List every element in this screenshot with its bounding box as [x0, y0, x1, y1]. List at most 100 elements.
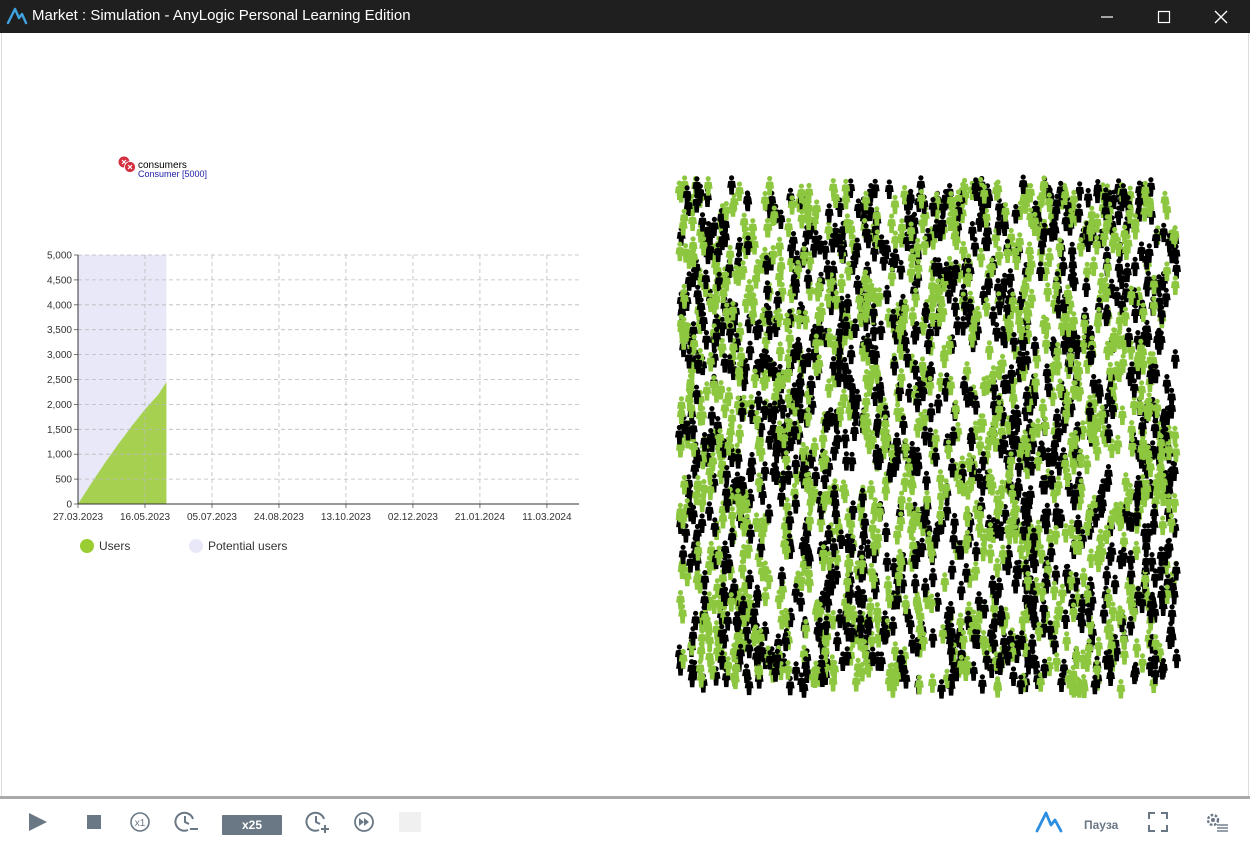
- user-agent: [1079, 567, 1088, 588]
- window-title: Market : Simulation - AnyLogic Personal …: [32, 7, 411, 24]
- potential-user-agent: [933, 393, 943, 414]
- disabled-tool-button: [398, 808, 422, 836]
- user-agent: [887, 213, 896, 234]
- stop-icon: [87, 815, 101, 829]
- agents-crowd-view: [674, 174, 1181, 699]
- y-tick-label: 2,000: [47, 400, 72, 411]
- run-icon: [29, 813, 47, 831]
- user-agent: [992, 557, 1002, 578]
- population-type-label: Consumer [5000]: [138, 169, 208, 179]
- user-agent: [890, 194, 900, 215]
- user-agent: [940, 572, 950, 592]
- x-tick-label: 24.08.2023: [254, 512, 304, 523]
- potential-user-agent: [1083, 187, 1093, 208]
- settings-button[interactable]: [1202, 808, 1230, 836]
- users-area-chart: 0 500 1,000 1,500 2,000 2,500 3,000 3,500 4,000 4…: [47, 251, 579, 523]
- user-agent: [1113, 434, 1123, 455]
- x-tick-label: 27.03.2023: [53, 512, 103, 523]
- agent-population-icon: [118, 156, 136, 173]
- x-tick-label: 16.05.2023: [120, 512, 170, 523]
- window-titlebar: Market : Simulation - AnyLogic Personal …: [0, 0, 1250, 33]
- simulation-toolbar: x1 x25 Пауза: [0, 796, 1250, 846]
- potential-user-agent: [928, 567, 938, 588]
- pause-status-label[interactable]: Пауза: [1084, 818, 1118, 832]
- user-agent: [1038, 398, 1048, 418]
- potential-user-agent: [745, 340, 755, 361]
- virtual-time-button[interactable]: [351, 808, 377, 836]
- user-agent: [775, 341, 785, 361]
- potential-user-agent: [846, 344, 856, 365]
- potential-user-agent: [950, 512, 959, 533]
- potential-user-agent: [1009, 666, 1018, 686]
- potential-user-agent: [1110, 574, 1120, 595]
- potential-user-agent: [922, 470, 931, 491]
- y-tick-label: 4,500: [47, 275, 72, 286]
- y-tick-label: 3,000: [47, 350, 72, 361]
- close-button[interactable]: [1192, 0, 1250, 33]
- potential-user-agent: [1170, 349, 1180, 369]
- settings-icon: [1206, 813, 1228, 832]
- potential-user-agent: [928, 628, 938, 648]
- anylogic-logo-icon: [6, 7, 28, 25]
- user-agent: [837, 273, 846, 294]
- potential-user-agent: [752, 584, 762, 605]
- legend-swatch: [80, 539, 94, 553]
- potential-user-agent: [1130, 256, 1140, 277]
- potential-user-agent: [1102, 565, 1112, 586]
- placeholder-icon: [399, 812, 421, 832]
- potential-user-agent: [702, 330, 711, 350]
- y-tick-label: 2,500: [47, 375, 72, 386]
- potential-user-agent: [947, 560, 957, 580]
- user-agent: [887, 266, 897, 287]
- speed-up-icon: [305, 811, 329, 833]
- slow-down-button[interactable]: [173, 808, 201, 836]
- minimize-button[interactable]: [1078, 0, 1136, 33]
- maximize-icon: [1157, 10, 1171, 23]
- user-agent: [1138, 653, 1147, 673]
- anylogic-about-button[interactable]: [1033, 808, 1065, 836]
- run-button[interactable]: [24, 808, 52, 836]
- realtime-x1-button[interactable]: x1: [127, 808, 153, 836]
- user-agent: [735, 424, 745, 444]
- legend-label: Users: [99, 539, 131, 553]
- potential-user-agent: [956, 580, 966, 601]
- speed-up-button[interactable]: [304, 808, 332, 836]
- y-tick-label: 4,000: [47, 300, 72, 311]
- user-agent: [761, 586, 770, 607]
- potential-user-agent: [950, 297, 960, 317]
- user-agent: [1158, 515, 1168, 536]
- user-agent: [1132, 638, 1142, 658]
- user-agent: [1170, 425, 1180, 446]
- maximize-button[interactable]: [1135, 0, 1193, 33]
- user-agent: [908, 475, 917, 496]
- user-agent: [790, 482, 799, 503]
- user-agent: [993, 678, 1003, 698]
- x-tick-label: 05.07.2023: [187, 512, 237, 523]
- x-tick-label: 13.10.2023: [321, 512, 371, 523]
- user-agent: [735, 181, 744, 202]
- potential-user-agent: [743, 191, 753, 212]
- minimize-icon: [1101, 15, 1113, 18]
- stop-button[interactable]: [82, 808, 106, 836]
- potential-user-agent: [1126, 564, 1136, 585]
- y-tick-label: 3,500: [47, 325, 72, 336]
- user-agent: [1120, 645, 1129, 665]
- potential-user-agent: [881, 522, 891, 542]
- y-tick-label: 0: [66, 500, 72, 511]
- fullscreen-button[interactable]: [1145, 808, 1171, 836]
- x-tick-label: 02.12.2023: [388, 512, 438, 523]
- y-tick-label: 1,500: [47, 425, 72, 436]
- user-agent: [866, 480, 876, 500]
- potential-user-agent: [884, 179, 894, 199]
- anylogic-logo-icon: [1035, 811, 1063, 833]
- user-agent: [1116, 679, 1126, 699]
- x-tick-label: 11.03.2024: [522, 512, 572, 523]
- y-tick-label: 500: [55, 475, 72, 486]
- legend-swatch: [189, 539, 203, 553]
- user-agent: [928, 673, 937, 693]
- potential-user-agent: [727, 175, 736, 195]
- legend-label: Potential users: [208, 539, 288, 553]
- potential-user-agent: [978, 674, 987, 694]
- y-tick-label: 1,000: [47, 450, 72, 461]
- user-agent: [927, 276, 937, 297]
